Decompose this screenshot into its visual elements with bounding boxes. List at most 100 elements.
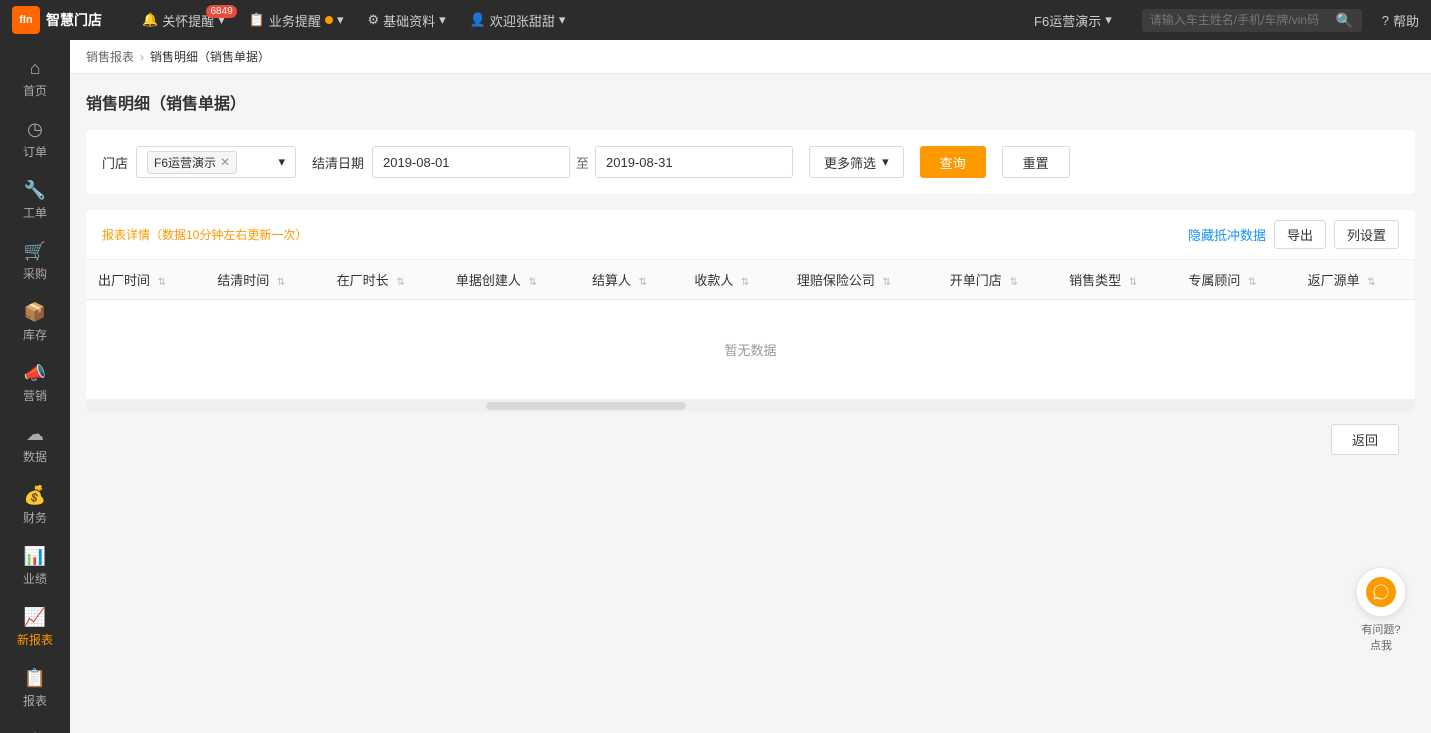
table-body: 暂无数据 (86, 300, 1415, 400)
col-collector[interactable]: 收款人 ⇅ (682, 260, 784, 300)
breadcrumb-parent[interactable]: 销售报表 (86, 48, 134, 65)
sort-icon-collector: ⇅ (741, 277, 749, 288)
topbar: fIn 智慧门店 🔔 关怀提醒 6849 ▾ 📋 业务提醒 ▾ ⚙ 基础资料 ▾… (0, 0, 1431, 40)
date-separator: 至 (576, 153, 589, 172)
col-insurance-company[interactable]: 理赔保险公司 ⇅ (785, 260, 938, 300)
nav-care-reminder[interactable]: 🔔 关怀提醒 6849 ▾ (132, 7, 235, 34)
help-button[interactable]: ? 帮助 (1382, 11, 1419, 30)
chat-widget[interactable]: 有问题? 点我 (1351, 567, 1411, 653)
sidebar-item-home[interactable]: ⌂ 首页 (0, 48, 70, 109)
empty-text: 暂无数据 (86, 300, 1415, 400)
page-footer: 返回 (86, 412, 1415, 467)
search-input[interactable] (1150, 13, 1330, 27)
more-filter-button[interactable]: 更多筛选 ▾ (809, 146, 904, 178)
topbar-nav: 🔔 关怀提醒 6849 ▾ 📋 业务提醒 ▾ ⚙ 基础资料 ▾ 👤 欢迎张甜甜 … (132, 7, 1004, 34)
more-filter-chevron-icon: ▾ (882, 154, 889, 170)
table-toolbar: 报表详情（数据10分钟左右更新一次） 隐藏抵冲数据 导出 列设置 (86, 210, 1415, 260)
date-range: 至 (372, 146, 793, 178)
store-tag-close[interactable]: ✕ (220, 155, 230, 169)
home-icon: ⌂ (30, 58, 41, 79)
insurance-icon: ☂ (27, 729, 43, 733)
sort-icon-return-source: ⇅ (1367, 277, 1375, 288)
chat-icon (1366, 577, 1396, 607)
sort-icon-consultant: ⇅ (1248, 277, 1256, 288)
store-tag: F6运营演示 ✕ (147, 151, 237, 174)
store-label: 门店 (102, 153, 128, 172)
table-header: 出厂时间 ⇅ 结清时间 ⇅ 在厂时长 ⇅ (86, 260, 1415, 300)
new-report-icon: 📈 (24, 607, 46, 628)
col-creator[interactable]: 单据创建人 ⇅ (444, 260, 580, 300)
col-consultant[interactable]: 专属顾问 ⇅ (1176, 260, 1295, 300)
sort-icon-stay-duration: ⇅ (396, 277, 404, 288)
marketing-icon: 📣 (24, 363, 46, 384)
sidebar-item-report[interactable]: 📋 报表 (0, 658, 70, 719)
logo-icon: fIn (12, 6, 40, 34)
sort-icon-open-store: ⇅ (1009, 277, 1017, 288)
sidebar-item-marketing[interactable]: 📣 营销 (0, 353, 70, 414)
chat-text-line1: 有问题? 点我 (1351, 621, 1411, 653)
sidebar-item-order[interactable]: ◷ 订单 (0, 109, 70, 170)
store-select-arrow: ▾ (278, 154, 285, 170)
performance-icon: 📊 (24, 546, 46, 567)
page-title: 销售明细（销售单据） (86, 90, 1415, 114)
app-logo[interactable]: fIn 智慧门店 (12, 6, 112, 34)
sidebar-item-data[interactable]: ☁ 数据 (0, 414, 70, 475)
store-select[interactable]: F6运营演示 ✕ ▾ (136, 146, 296, 178)
nav-business-reminder[interactable]: 📋 业务提醒 ▾ (239, 7, 354, 34)
sort-icon-clear-time: ⇅ (277, 277, 285, 288)
sidebar-item-inventory[interactable]: 📦 库存 (0, 292, 70, 353)
inventory-icon: 📦 (24, 302, 46, 323)
sort-icon-leave-time: ⇅ (158, 277, 166, 288)
col-settler[interactable]: 结算人 ⇅ (580, 260, 682, 300)
sidebar: ⌂ 首页 ◷ 订单 🔧 工单 🛒 采购 📦 库存 📣 营销 ☁ 数据 💰 (0, 40, 70, 733)
col-clear-time[interactable]: 结清时间 ⇅ (205, 260, 324, 300)
col-open-store[interactable]: 开单门店 ⇅ (938, 260, 1057, 300)
table-scrollbar[interactable] (86, 400, 1415, 412)
chat-icon-circle[interactable] (1356, 567, 1406, 617)
sidebar-item-finance[interactable]: 💰 财务 (0, 475, 70, 536)
sidebar-item-performance[interactable]: 📊 业绩 (0, 536, 70, 597)
col-leave-time[interactable]: 出厂时间 ⇅ (86, 260, 205, 300)
hide-data-button[interactable]: 隐藏抵冲数据 (1188, 225, 1266, 244)
app-name: 智慧门店 (46, 10, 102, 30)
col-settings-button[interactable]: 列设置 (1334, 220, 1399, 249)
empty-row: 暂无数据 (86, 300, 1415, 400)
topbar-store[interactable]: F6运营演示 ▾ (1024, 11, 1122, 30)
breadcrumb-current: 销售明细（销售单据） (150, 48, 270, 65)
date-filter: 结清日期 至 (312, 146, 793, 178)
search-box[interactable]: 🔍 (1142, 9, 1362, 32)
page-content: 销售明细（销售单据） 门店 F6运营演示 ✕ ▾ 结清日期 (70, 74, 1431, 733)
data-table: 出厂时间 ⇅ 结清时间 ⇅ 在厂时长 ⇅ (86, 260, 1415, 400)
table-wrapper[interactable]: 出厂时间 ⇅ 结清时间 ⇅ 在厂时长 ⇅ (86, 260, 1415, 400)
col-stay-duration[interactable]: 在厂时长 ⇅ (325, 260, 444, 300)
sidebar-item-new-report[interactable]: 📈 新报表 (0, 597, 70, 658)
purchase-icon: 🛒 (24, 241, 46, 262)
reset-button[interactable]: 重置 (1002, 146, 1070, 178)
export-button[interactable]: 导出 (1274, 220, 1326, 249)
sidebar-item-insurance[interactable]: ☂ 保险 (0, 719, 70, 733)
back-button[interactable]: 返回 (1331, 424, 1399, 455)
work-order-icon: 🔧 (24, 180, 46, 201)
sort-icon-creator: ⇅ (528, 277, 536, 288)
col-sales-type[interactable]: 销售类型 ⇅ (1057, 260, 1176, 300)
col-return-source[interactable]: 返厂源单 ⇅ (1296, 260, 1415, 300)
sort-icon-sales-type: ⇅ (1129, 277, 1137, 288)
date-label: 结清日期 (312, 153, 364, 172)
table-info: 报表详情（数据10分钟左右更新一次） (102, 226, 307, 243)
breadcrumb: 销售报表 › 销售明细（销售单据） (70, 40, 1431, 74)
table-scrollbar-thumb[interactable] (486, 402, 686, 410)
main-layout: ⌂ 首页 ◷ 订单 🔧 工单 🛒 采购 📦 库存 📣 营销 ☁ 数据 💰 (0, 40, 1431, 733)
sidebar-item-purchase[interactable]: 🛒 采购 (0, 231, 70, 292)
data-icon: ☁ (26, 424, 44, 445)
search-icon[interactable]: 🔍 (1336, 12, 1353, 29)
sort-icon-settler: ⇅ (639, 277, 647, 288)
nav-welcome[interactable]: 👤 欢迎张甜甜 ▾ (460, 7, 576, 34)
sidebar-item-work-order[interactable]: 🔧 工单 (0, 170, 70, 231)
order-icon: ◷ (27, 119, 43, 140)
report-icon: 📋 (24, 668, 46, 689)
date-to-input[interactable] (595, 146, 793, 178)
content-area: 销售报表 › 销售明细（销售单据） 销售明细（销售单据） 门店 F6运营演示 ✕ (70, 40, 1431, 733)
date-from-input[interactable] (372, 146, 570, 178)
query-button[interactable]: 查询 (920, 146, 986, 178)
nav-basic-info[interactable]: ⚙ 基础资料 ▾ (357, 7, 455, 34)
